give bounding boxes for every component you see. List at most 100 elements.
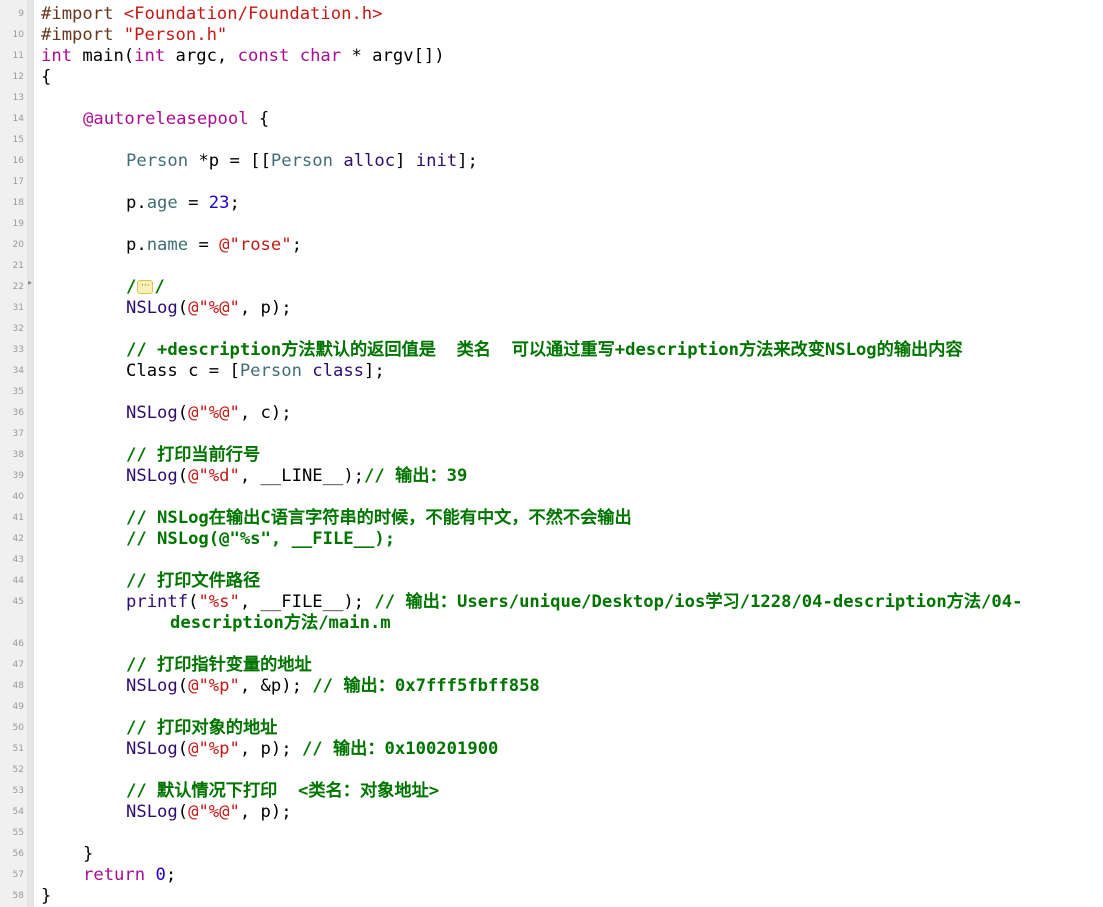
- code-line[interactable]: 32: [0, 319, 1103, 340]
- line-number: 35: [12, 387, 24, 397]
- code-line[interactable]: 12 {: [0, 67, 1103, 88]
- code-line[interactable]: 13: [0, 88, 1103, 109]
- string-literal: "%s": [198, 592, 240, 612]
- line-number: 42: [12, 534, 24, 544]
- code-line[interactable]: 42 // NSLog(@"%s", __FILE__);: [0, 529, 1103, 550]
- line-number: 14: [12, 114, 24, 124]
- code-line[interactable]: 56 }: [0, 844, 1103, 865]
- line-number: 51: [12, 744, 24, 754]
- line-number: 36: [12, 408, 24, 418]
- line-number: 21: [12, 261, 24, 271]
- code-text: return 0;: [83, 865, 176, 886]
- code-line[interactable]: 46: [0, 634, 1103, 655]
- code-token: , c);: [239, 403, 292, 423]
- code-token: ];: [364, 361, 385, 381]
- code-line[interactable]: 52: [0, 760, 1103, 781]
- property-name: name: [146, 235, 189, 255]
- code-line[interactable]: 10 #import "Person.h": [0, 25, 1103, 46]
- code-line[interactable]: 15: [0, 130, 1103, 151]
- folded-code-icon[interactable]: ···: [137, 280, 154, 294]
- code-line[interactable]: 16 Person *p = [[Person alloc] init];: [0, 151, 1103, 172]
- code-line[interactable]: 45 printf("%s", __FILE__); // 输出：Users/u…: [0, 592, 1103, 634]
- code-token: , p);: [239, 739, 302, 759]
- code-line[interactable]: 48 NSLog(@"%p", &p); // 输出：0x7fff5fbff85…: [0, 676, 1103, 697]
- code-line[interactable]: 18 p.age = 23;: [0, 193, 1103, 214]
- code-line[interactable]: 49: [0, 697, 1103, 718]
- code-line[interactable]: 51 NSLog(@"%p", p); // 输出：0x100201900: [0, 739, 1103, 760]
- number-literal: 0: [155, 865, 166, 885]
- line-number: 53: [12, 786, 24, 796]
- number-literal: 23: [208, 193, 230, 213]
- line-number: 22: [12, 282, 24, 292]
- code-line[interactable]: 36 NSLog(@"%@", c);: [0, 403, 1103, 424]
- code-line[interactable]: 31 NSLog(@"%@", p);: [0, 298, 1103, 319]
- function-name: NSLog: [126, 403, 178, 423]
- code-line[interactable]: 43: [0, 550, 1103, 571]
- method-name: alloc: [343, 151, 396, 171]
- code-line[interactable]: 41 // NSLog在输出C语言字符串的时候，不能有中文，不然不会输出: [0, 508, 1103, 529]
- code-line[interactable]: 22 /··· /: [0, 277, 1103, 298]
- comment: /: [154, 277, 165, 297]
- code-text: NSLog(@"%@", p);: [126, 802, 292, 823]
- comment: // NSLog(@"%s", __FILE__);: [126, 529, 396, 549]
- string-literal: @"%p": [188, 676, 240, 696]
- function-name: NSLog: [126, 466, 178, 486]
- code-line[interactable]: 14 @autoreleasepool {: [0, 109, 1103, 130]
- code-line[interactable]: 50 // 打印对象的地址: [0, 718, 1103, 739]
- code-line[interactable]: 9 #import <Foundation/Foundation.h>: [0, 4, 1103, 25]
- code-line[interactable]: 57 return 0;: [0, 865, 1103, 886]
- code-token: p.: [126, 235, 147, 255]
- code-line[interactable]: 40: [0, 487, 1103, 508]
- code-line[interactable]: 34 Class c = [Person class];: [0, 361, 1103, 382]
- code-line[interactable]: 17: [0, 172, 1103, 193]
- code-text: NSLog(@"%d", __LINE__);// 输出：39: [126, 466, 467, 487]
- code-token: =: [177, 193, 209, 213]
- code-line[interactable]: 53 // 默认情况下打印 <类名：对象地址>: [0, 781, 1103, 802]
- code-text: printf("%s", __FILE__); // 输出：Users/uniq…: [126, 592, 1022, 613]
- code-text: #import "Person.h": [41, 25, 227, 46]
- line-number: 40: [12, 492, 24, 502]
- code-editor[interactable]: ▸ 9 #import <Foundation/Foundation.h> 10…: [0, 0, 1103, 907]
- code-line[interactable]: 55: [0, 823, 1103, 844]
- keyword: @autoreleasepool: [83, 109, 249, 129]
- string-literal: @"%@": [188, 802, 240, 822]
- code-text: / ··· /: [126, 277, 165, 298]
- code-text: p.name = @"rose";: [126, 235, 302, 256]
- code-token: , p);: [239, 298, 292, 318]
- code-line[interactable]: 58 }: [0, 886, 1103, 907]
- method-name: class: [312, 361, 365, 381]
- code-token: , p);: [239, 802, 292, 822]
- comment: /: [126, 277, 137, 297]
- code-token: main(: [72, 46, 135, 66]
- string-literal: @"%p": [188, 739, 240, 759]
- function-name: NSLog: [126, 298, 178, 318]
- comment: // 打印指针变量的地址: [126, 655, 312, 675]
- code-line[interactable]: 54 NSLog(@"%@", p);: [0, 802, 1103, 823]
- code-text: Class c = [Person class];: [126, 361, 385, 382]
- code-line[interactable]: 44 // 打印文件路径: [0, 571, 1103, 592]
- code-line[interactable]: 35: [0, 382, 1103, 403]
- code-token: ]: [395, 151, 416, 171]
- code-line[interactable]: 19: [0, 214, 1103, 235]
- keyword: int: [134, 46, 166, 66]
- property-name: age: [146, 193, 178, 213]
- line-number: 18: [12, 198, 24, 208]
- code-token: =: [188, 235, 220, 255]
- code-line[interactable]: 47 // 打印指针变量的地址: [0, 655, 1103, 676]
- code-line[interactable]: 33 // +description方法默认的返回值是 类名 可以通过重写+de…: [0, 340, 1103, 361]
- code-text: Person *p = [[Person alloc] init];: [126, 151, 478, 172]
- code-line[interactable]: 38 // 打印当前行号: [0, 445, 1103, 466]
- code-line[interactable]: 39 NSLog(@"%d", __LINE__);// 输出：39: [0, 466, 1103, 487]
- line-number: 54: [12, 807, 24, 817]
- code-line[interactable]: 11 int main(int argc, const char * argv[…: [0, 46, 1103, 67]
- line-number: 32: [12, 324, 24, 334]
- code-line[interactable]: 37: [0, 424, 1103, 445]
- import-path: "Person.h": [123, 25, 228, 45]
- code-line[interactable]: 21: [0, 256, 1103, 277]
- line-number: 37: [12, 429, 24, 439]
- line-number: 57: [12, 870, 24, 880]
- code-line[interactable]: 20 p.name = @"rose";: [0, 235, 1103, 256]
